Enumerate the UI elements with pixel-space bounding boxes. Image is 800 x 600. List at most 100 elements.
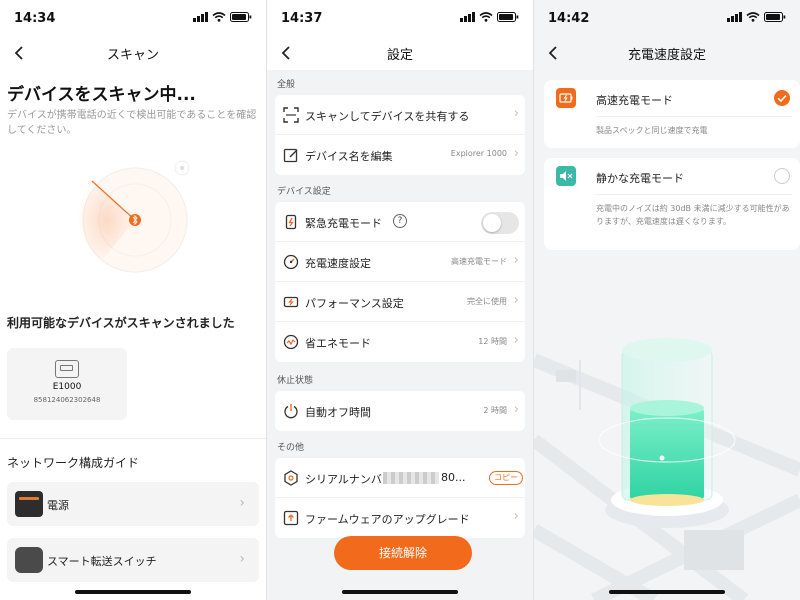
- chevron-right-icon: ›: [513, 402, 519, 417]
- row-value: Explorer 1000: [450, 149, 507, 158]
- found-devices-heading: 利用可能なデバイスがスキャンされました: [7, 316, 235, 330]
- copy-button[interactable]: コピー: [489, 471, 523, 485]
- guide-item-power[interactable]: 電源 ›: [7, 482, 259, 526]
- row-value: 高速充電モード: [451, 257, 507, 266]
- home-indicator: [342, 590, 458, 594]
- mode-card-fast[interactable]: 高速充電モード 製品スペックと同じ速度で充電: [544, 80, 800, 148]
- selected-check-icon[interactable]: [774, 90, 790, 106]
- edit-icon: [283, 148, 298, 163]
- battery-status-icon: [764, 12, 786, 22]
- status-icons: [193, 12, 252, 22]
- mode-label: 静かな充電モード: [596, 172, 684, 185]
- battery-status-icon: [497, 12, 519, 22]
- signal-icon: [727, 12, 742, 22]
- chevron-right-icon: ›: [513, 509, 519, 524]
- battery-illustration: [534, 338, 800, 600]
- power-station-icon: [55, 360, 79, 378]
- redacted-serial: [383, 472, 439, 484]
- status-bar: 14:34: [0, 0, 266, 36]
- page-title: 充電速度設定: [627, 48, 706, 63]
- unselected-radio-icon[interactable]: [774, 168, 790, 184]
- signal-icon: [460, 12, 475, 22]
- section-other: その他: [277, 443, 305, 453]
- row-label: 緊急充電モード: [305, 217, 382, 230]
- home-indicator: [75, 590, 191, 594]
- settings-screen: 14:37 設定 全般 スキャンしてデバイスを共有する › デバイス名を編集 E…: [267, 0, 533, 600]
- guide-item-label: スマート転送スイッチ: [47, 555, 157, 568]
- serial-number-icon: [284, 470, 298, 486]
- fast-charge-icon: [556, 88, 576, 108]
- other-group: シリアルナンバー: 8 80... コピー ファームウェアのアップグレード ›: [275, 458, 525, 538]
- transfer-switch-icon: [15, 547, 43, 573]
- row-auto-off[interactable]: 自動オフ時間 2 時間 ›: [275, 391, 525, 431]
- signal-icon: [193, 12, 208, 22]
- pedestal: [556, 370, 576, 382]
- wifi-icon: [212, 12, 226, 22]
- row-label: パフォーマンス設定: [305, 297, 404, 310]
- chevron-right-icon: ›: [513, 293, 519, 308]
- status-icons: [460, 12, 519, 22]
- chevron-right-icon: ›: [513, 146, 519, 161]
- sleep-group: 自動オフ時間 2 時間 ›: [275, 391, 525, 431]
- wifi-icon: [479, 12, 493, 22]
- bluetooth-icon: [129, 214, 141, 226]
- divider: [0, 438, 266, 439]
- home-indicator: [609, 590, 725, 594]
- performance-icon: [283, 296, 299, 308]
- battery-status-icon: [230, 12, 252, 22]
- firmware-upgrade-icon: [283, 510, 299, 526]
- row-label: スキャンしてデバイスを共有する: [305, 110, 470, 123]
- row-value: 12 時間: [478, 337, 507, 346]
- row-edit-device-name[interactable]: デバイス名を編集 Explorer 1000 ›: [275, 135, 525, 175]
- charge-speed-screen: 14:42 充電速度設定 高速充電モード 製品スペックと同じ速度で充電 静かな充…: [534, 0, 800, 600]
- status-icons: [727, 12, 786, 22]
- chevron-right-icon: ›: [239, 495, 245, 511]
- serial-suffix: 80...: [441, 471, 466, 484]
- device-name: E1000: [52, 382, 82, 392]
- page-title: 設定: [386, 48, 413, 63]
- device-group: 緊急充電モード ? 充電速度設定 高速充電モード › パフォーマンス設定 完全に…: [275, 202, 525, 362]
- page-title: スキャン: [106, 48, 159, 63]
- scan-description: デバイスが携帯電話の近くで検出可能であることを確認してください。: [7, 110, 257, 136]
- row-firmware-upgrade[interactable]: ファームウェアのアップグレード ›: [275, 498, 525, 538]
- row-eco-mode[interactable]: 省エネモード 12 時間 ›: [275, 322, 525, 362]
- chevron-right-icon: ›: [513, 106, 519, 121]
- mode-description: 充電中のノイズは約 30dB 未満に減少する可能性がありますが、充電速度は遅くな…: [596, 204, 790, 226]
- guide-item-transfer-switch[interactable]: スマート転送スイッチ ›: [7, 538, 259, 582]
- power-icon: [284, 404, 298, 419]
- charge-speed-icon: [283, 254, 299, 270]
- status-bar: 14:37: [267, 0, 533, 36]
- chevron-right-icon: ›: [239, 551, 245, 567]
- row-charge-speed[interactable]: 充電速度設定 高速充電モード ›: [275, 242, 525, 282]
- divider: [596, 194, 792, 195]
- row-share-device[interactable]: スキャンしてデバイスを共有する ›: [275, 95, 525, 135]
- section-general: 全般: [277, 80, 296, 90]
- disconnect-button[interactable]: 接続解除: [334, 536, 472, 570]
- status-time: 14:42: [548, 11, 590, 26]
- help-icon[interactable]: ?: [393, 214, 407, 228]
- network-guide-heading: ネットワーク構成ガイド: [7, 456, 140, 470]
- scan-heading: デバイスをスキャン中...: [7, 85, 196, 105]
- nav-bar: 設定: [267, 36, 533, 70]
- general-group: スキャンしてデバイスを共有する › デバイス名を編集 Explorer 1000…: [275, 95, 525, 175]
- nav-bar: 充電速度設定: [534, 36, 800, 70]
- row-label: 自動オフ時間: [305, 406, 371, 419]
- device-serial: 858124062302648: [33, 396, 101, 404]
- wifi-icon: [746, 12, 760, 22]
- row-value: 完全に使用: [467, 297, 507, 306]
- emergency-charge-toggle[interactable]: [481, 212, 519, 234]
- status-time: 14:37: [281, 11, 323, 26]
- row-serial-number: シリアルナンバー: 8 80... コピー: [275, 458, 525, 498]
- guide-item-label: 電源: [47, 499, 69, 512]
- row-performance[interactable]: パフォーマンス設定 完全に使用 ›: [275, 282, 525, 322]
- chevron-right-icon: ›: [513, 253, 519, 268]
- section-sleep: 休止状態: [277, 376, 314, 386]
- eco-mode-icon: [283, 334, 299, 350]
- status-bar: 14:42: [534, 0, 800, 36]
- scan-icon: [283, 107, 299, 123]
- device-card[interactable]: E1000 858124062302648: [7, 348, 127, 420]
- quiet-mode-icon: [556, 166, 576, 186]
- mode-card-quiet[interactable]: 静かな充電モード 充電中のノイズは約 30dB 未満に減少する可能性がありますが…: [544, 158, 800, 250]
- mode-label: 高速充電モード: [596, 94, 673, 107]
- mode-description: 製品スペックと同じ速度で充電: [596, 126, 708, 135]
